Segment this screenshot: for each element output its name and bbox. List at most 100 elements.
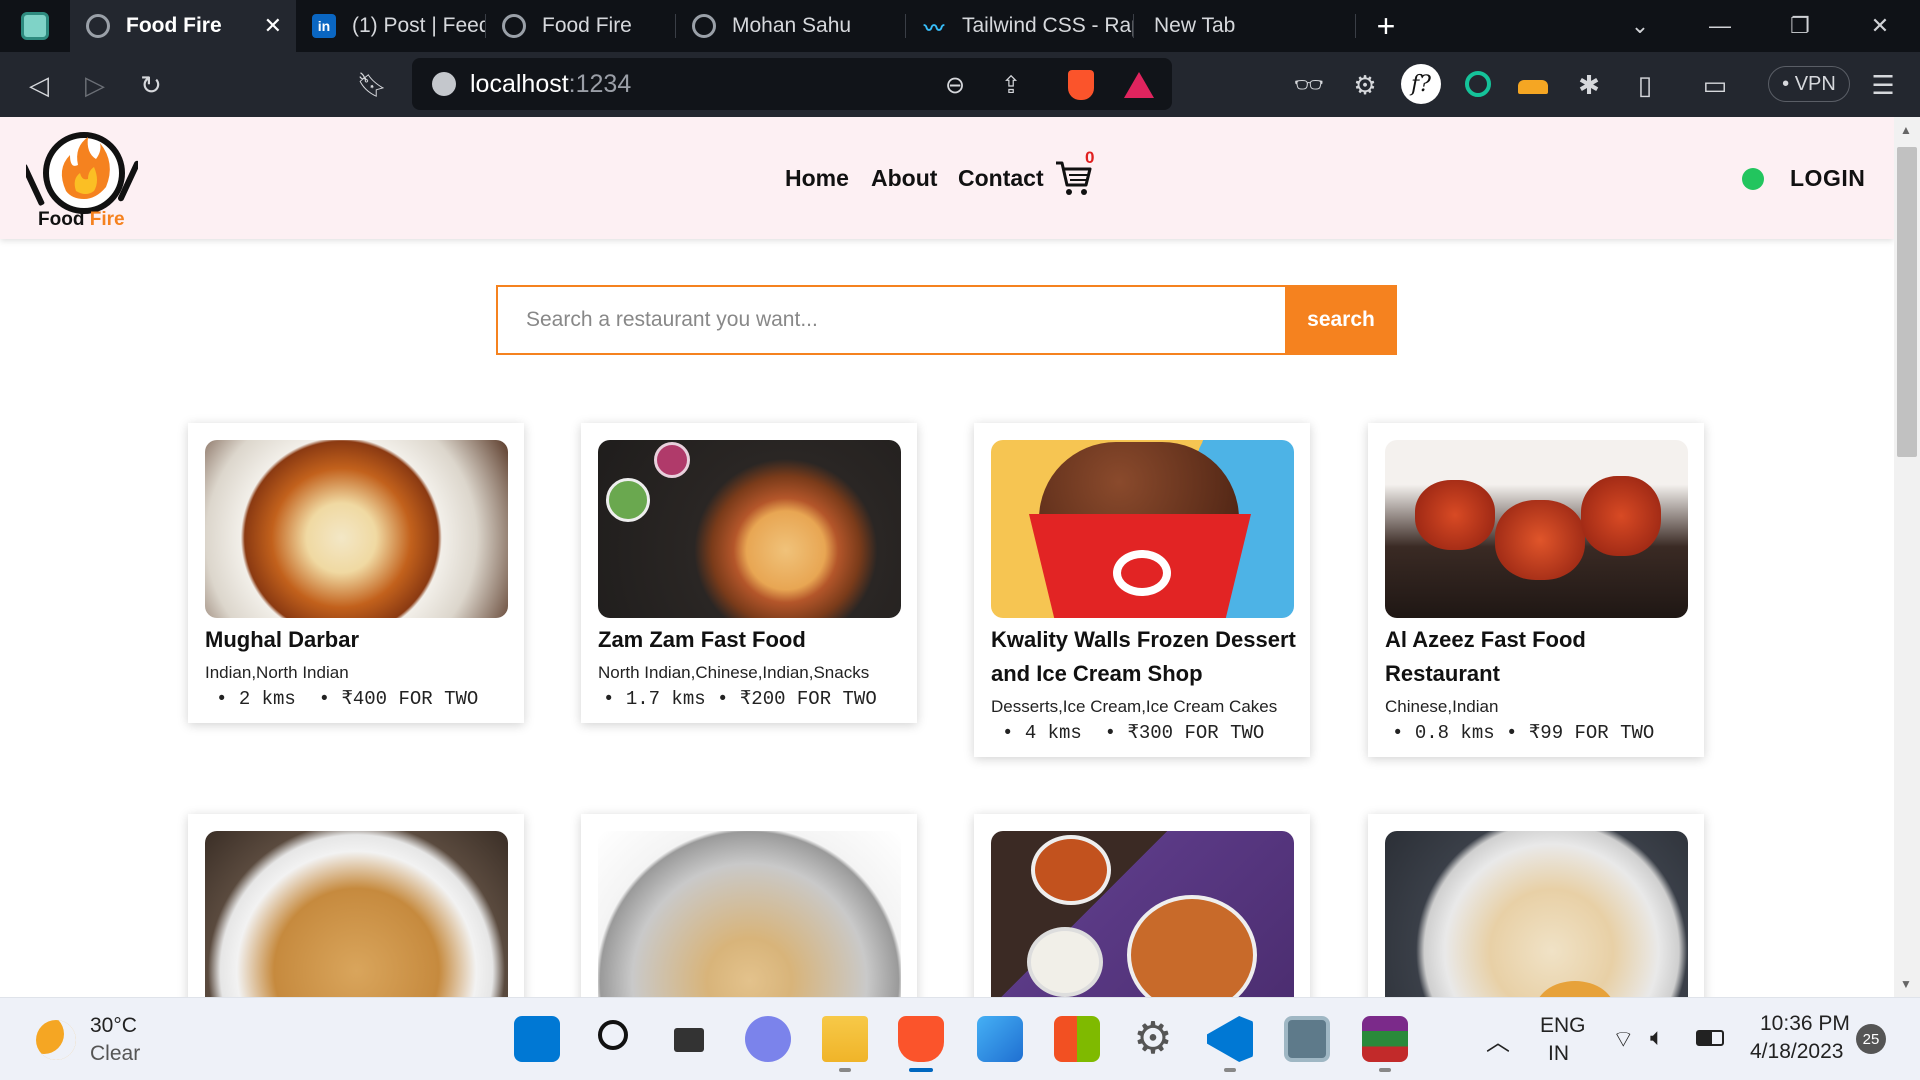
scroll-down-arrow[interactable]: ▼	[1900, 977, 1912, 991]
search-icon[interactable]	[592, 1016, 638, 1062]
site-info-icon[interactable]	[432, 72, 456, 96]
linkedin-icon: in	[312, 14, 336, 38]
app-shell-icon[interactable]	[1284, 1016, 1330, 1062]
restaurant-meta: • 2 kms • ₹400 FOR TWO	[216, 688, 479, 710]
scroll-up-arrow[interactable]: ▲	[1900, 123, 1912, 137]
restaurant-card[interactable]: Al Azeez Fast Food Restaurant Chinese,In…	[1368, 423, 1704, 757]
close-window-button[interactable]: ✕	[1852, 0, 1908, 52]
tab-food-fire-active[interactable]: Food Fire ✕	[70, 0, 296, 52]
task-view-icon[interactable]	[668, 1016, 714, 1062]
vpn-button[interactable]: • VPN	[1768, 66, 1850, 102]
restaurant-cuisine: Indian,North Indian	[205, 663, 349, 682]
restaurant-card[interactable]: Zam Zam Fast Food North Indian,Chinese,I…	[581, 423, 917, 723]
restaurant-cost: ₹300 FOR TWO	[1127, 722, 1265, 744]
minimize-button[interactable]: —	[1692, 0, 1748, 52]
restaurant-cuisine: Chinese,Indian	[1385, 697, 1499, 716]
restaurant-name: Kwality Walls Frozen Dessert and Ice Cre…	[991, 627, 1296, 686]
nav-home-link[interactable]: Home	[785, 165, 849, 192]
restaurant-card[interactable]	[974, 814, 1310, 997]
forward-icon[interactable]: ▷	[78, 68, 112, 102]
zoom-out-icon[interactable]: ⊖	[938, 68, 972, 102]
restaurant-meta: • 4 kms • ₹300 FOR TWO	[1002, 722, 1265, 744]
show-hidden-icons-chevron[interactable]: ︿	[1486, 1022, 1510, 1057]
new-tab-button[interactable]: +	[1356, 0, 1416, 52]
weather-moon-icon[interactable]	[36, 1020, 76, 1060]
onion-slices	[654, 442, 690, 478]
menu-icon[interactable]: ☰	[1866, 68, 1900, 102]
restaurant-card[interactable]	[581, 814, 917, 997]
tab-linkedin[interactable]: in (1) Post | Feed | Lir	[296, 0, 486, 52]
language-code[interactable]: ENG	[1540, 1014, 1586, 1038]
clock-time[interactable]: 10:36 PM	[1760, 1012, 1850, 1036]
close-tab-icon[interactable]: ✕	[264, 13, 282, 39]
tab-new-tab[interactable]: New Tab	[1134, 0, 1356, 52]
login-button[interactable]: LOGIN	[1790, 165, 1865, 192]
teams-chat-icon[interactable]	[745, 1016, 791, 1062]
restaurant-image-ice-cream-cup	[991, 440, 1294, 618]
extensions-puzzle-icon[interactable]: ✱	[1572, 68, 1606, 102]
web-page: Food Fire Home About Contact 0 LOGIN sea…	[0, 117, 1894, 997]
reader-extension-icon[interactable]: 👓︎	[1292, 68, 1326, 102]
tab-list-chevron-icon[interactable]: ⌄	[1612, 0, 1668, 52]
settings-extension-icon[interactable]: ⚙	[1348, 68, 1382, 102]
battery-icon[interactable]	[1696, 1030, 1724, 1046]
restaurant-card[interactable]	[1368, 814, 1704, 997]
reload-icon[interactable]: ↻	[134, 68, 168, 102]
restaurant-card[interactable]	[188, 814, 524, 997]
start-windows-icon[interactable]	[514, 1016, 560, 1062]
grammarly-icon[interactable]	[1465, 71, 1491, 97]
formula-extension-icon[interactable]: f?	[1401, 64, 1441, 104]
file-explorer-icon[interactable]	[822, 1016, 868, 1062]
restaurant-image-thali	[598, 831, 901, 997]
restaurant-card[interactable]: Kwality Walls Frozen Dessert and Ice Cre…	[974, 423, 1310, 757]
nav-contact-link[interactable]: Contact	[958, 165, 1044, 192]
bookmark-icon[interactable]: 🔖︎	[355, 68, 389, 102]
restaurant-image-grilled-wraps	[1385, 831, 1688, 997]
tab-food-fire[interactable]: Food Fire	[486, 0, 676, 52]
restore-button[interactable]: ❐	[1772, 0, 1828, 52]
cart-count-badge: 0	[1085, 148, 1095, 167]
globe-icon	[502, 14, 526, 38]
globe-icon	[86, 14, 110, 38]
restaurant-card[interactable]: Mughal Darbar Indian,North Indian • 2 km…	[188, 423, 524, 723]
wallet-icon[interactable]: ▭	[1698, 68, 1732, 102]
winrar-icon[interactable]	[1362, 1016, 1408, 1062]
brave-rewards-icon[interactable]	[1124, 72, 1154, 98]
brave-shield-icon[interactable]	[1068, 70, 1094, 100]
weather-temp[interactable]: 30°C	[90, 1014, 137, 1038]
restaurant-distance: 0.8 kms	[1414, 722, 1495, 744]
sidebar-toggle-icon[interactable]: ▯	[1628, 68, 1662, 102]
clock-date[interactable]: 4/18/2023	[1750, 1040, 1843, 1064]
search-button[interactable]: search	[1285, 285, 1397, 355]
vscode-icon[interactable]	[1207, 1016, 1253, 1062]
restaurant-name: Zam Zam Fast Food	[598, 627, 806, 652]
share-icon[interactable]: ⇪	[994, 68, 1028, 102]
restaurant-distance: 1.7 kms	[625, 688, 706, 710]
tab-tailwind[interactable]: 〰 Tailwind CSS - Rap	[906, 0, 1134, 52]
notification-badge[interactable]: 25	[1856, 1024, 1886, 1054]
back-icon[interactable]: ◁	[22, 68, 56, 102]
scrollbar-thumb[interactable]	[1897, 147, 1917, 457]
restaurant-name: Mughal Darbar	[205, 627, 360, 652]
brave-browser-icon[interactable]	[898, 1016, 944, 1062]
settings-gear-icon[interactable]: ⚙	[1130, 1016, 1176, 1062]
weather-desc: Clear	[90, 1042, 141, 1065]
restaurant-name: Al Azeez Fast Food Restaurant	[1385, 627, 1586, 686]
photos-icon[interactable]	[977, 1016, 1023, 1062]
extension-car-icon[interactable]	[1518, 80, 1548, 94]
heart-logo	[1113, 550, 1171, 596]
language-region: IN	[1548, 1042, 1569, 1065]
tab-mohan-sahu[interactable]: Mohan Sahu	[676, 0, 906, 52]
volume-icon[interactable]: 🔈︎	[1650, 1024, 1664, 1052]
microsoft-store-icon[interactable]	[1054, 1016, 1100, 1062]
page-scrollbar[interactable]: ▲ ▼	[1894, 117, 1920, 997]
wifi-icon[interactable]: ⌔	[1612, 1024, 1635, 1054]
tab-search-icon[interactable]	[0, 0, 70, 52]
nav-about-link[interactable]: About	[871, 165, 937, 192]
restaurant-cost: ₹400 FOR TWO	[341, 688, 479, 710]
restaurant-search-input[interactable]	[496, 285, 1285, 355]
logo-text: Food Fire	[38, 209, 125, 230]
restaurant-cost: ₹200 FOR TWO	[739, 688, 877, 710]
url-text[interactable]: localhost:1234	[470, 70, 631, 99]
chutney-bowl	[606, 478, 650, 522]
